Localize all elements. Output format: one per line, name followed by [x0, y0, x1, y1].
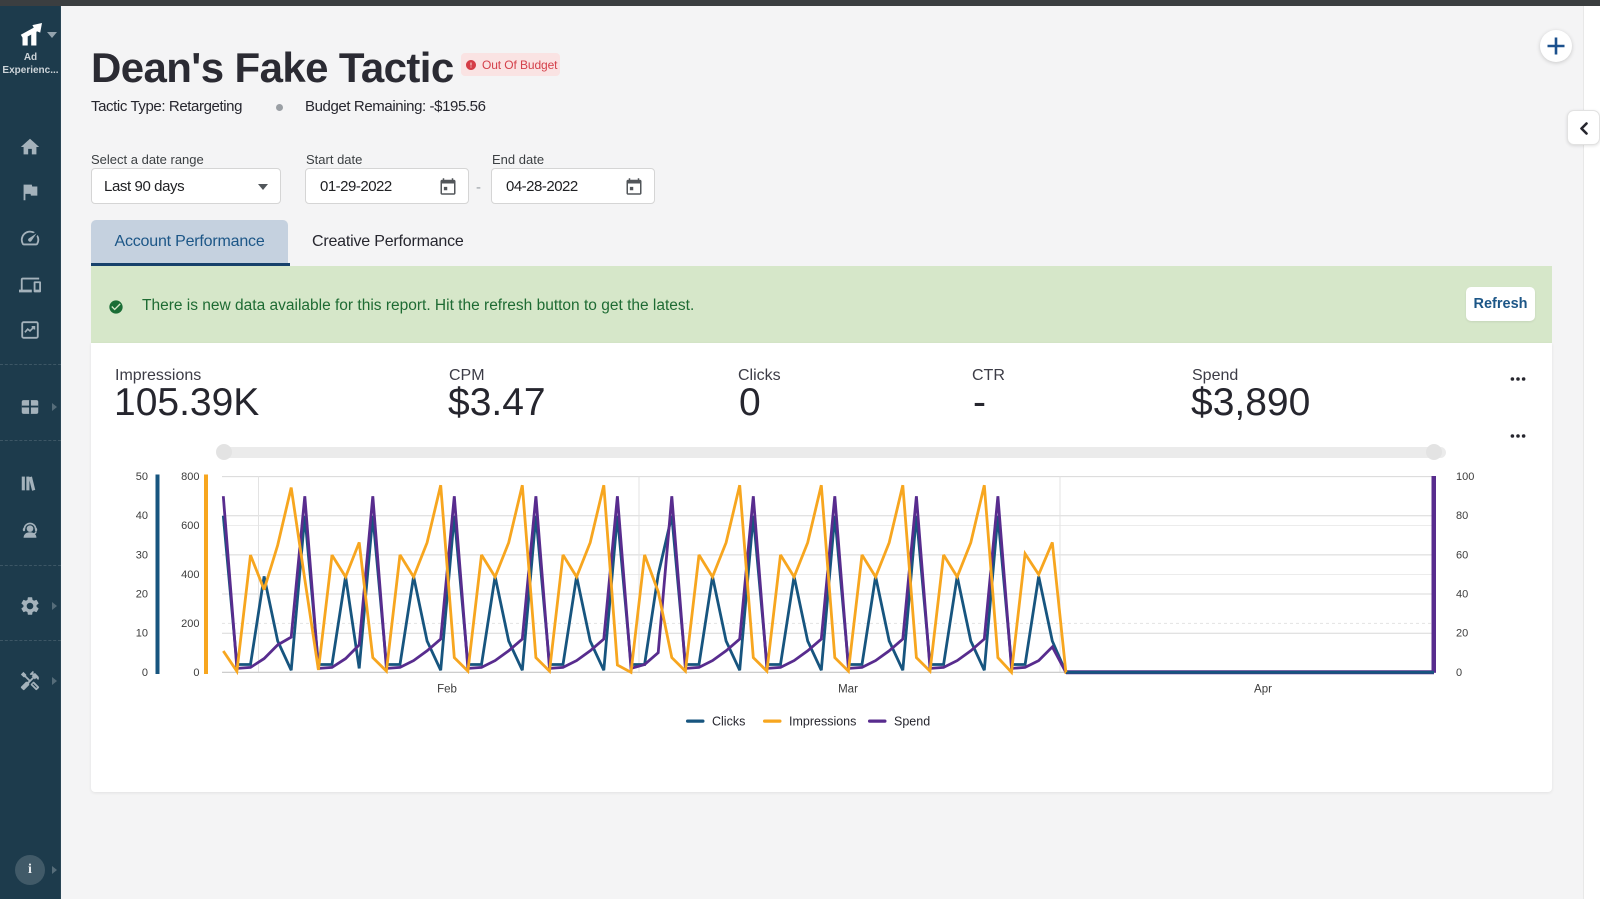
svg-text:60: 60	[1456, 549, 1468, 561]
svg-text:200: 200	[181, 618, 199, 630]
svg-text:600: 600	[181, 520, 199, 532]
svg-text:30: 30	[136, 549, 148, 561]
svg-text:10: 10	[136, 628, 148, 640]
svg-text:100: 100	[1456, 471, 1474, 483]
svg-text:400: 400	[181, 569, 199, 581]
svg-text:Impressions: Impressions	[789, 715, 856, 729]
svg-text:Feb: Feb	[437, 684, 457, 696]
svg-text:40: 40	[136, 510, 148, 522]
svg-text:Spend: Spend	[894, 715, 930, 729]
svg-text:40: 40	[1456, 589, 1468, 601]
svg-text:800: 800	[181, 471, 199, 483]
svg-text:0: 0	[1456, 667, 1462, 679]
svg-text:0: 0	[142, 667, 148, 679]
svg-text:80: 80	[1456, 510, 1468, 522]
svg-text:Clicks: Clicks	[712, 715, 745, 729]
svg-text:50: 50	[136, 471, 148, 483]
svg-text:20: 20	[136, 589, 148, 601]
svg-text:20: 20	[1456, 628, 1468, 640]
svg-text:Mar: Mar	[838, 684, 858, 696]
svg-text:0: 0	[193, 667, 199, 679]
svg-text:Apr: Apr	[1254, 684, 1272, 696]
